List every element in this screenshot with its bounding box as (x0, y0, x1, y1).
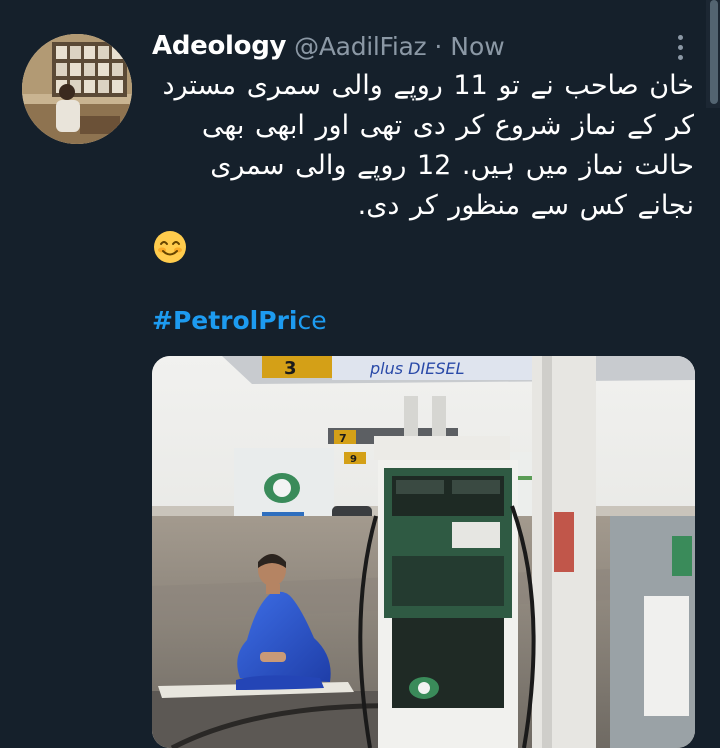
smiling-face-emoji-icon (154, 231, 186, 263)
scrollbar-thumb[interactable] (710, 0, 718, 104)
tweet-header: Adeology @AadilFiaz · Now (152, 28, 505, 64)
more-options-icon[interactable] (666, 30, 694, 64)
avatar-image (22, 34, 132, 144)
tweet[interactable]: Adeology @AadilFiaz · Now خان صاحب نے تو… (0, 0, 720, 748)
canopy-sign-text: plus DIESEL (369, 359, 465, 378)
petrol-station-photo: 3 plus DIESEL 7 9 (152, 356, 695, 748)
user-handle[interactable]: @AadilFiaz (294, 32, 426, 61)
canopy-number: 3 (284, 358, 297, 379)
hashtag-link[interactable]: #PetrolPrice (152, 306, 327, 335)
tweet-timestamp[interactable]: Now (450, 32, 504, 61)
display-name[interactable]: Adeology (152, 31, 286, 61)
tweet-photo[interactable]: 3 plus DIESEL 7 9 (152, 356, 695, 748)
header-separator: · (434, 31, 443, 61)
scrollbar[interactable] (706, 0, 720, 108)
bg-pump-number: 7 (339, 432, 347, 445)
hashtag-bold-part: #PetrolPri (152, 306, 298, 335)
hashtag-rest: ce (297, 306, 327, 335)
tweet-text: خان صاحب نے تو 11 روپے والی سمری مسترد ک… (162, 70, 695, 221)
avatar[interactable] (22, 34, 132, 144)
bg-pump-number-2: 9 (350, 454, 357, 465)
